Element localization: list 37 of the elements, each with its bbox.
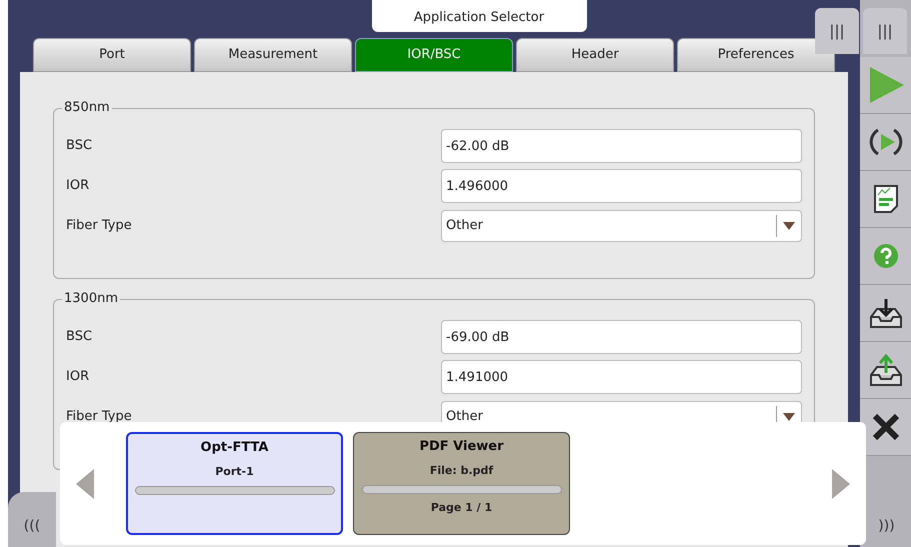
app-card[interactable]: Opt-FTTA Port-1: [126, 432, 343, 535]
sidebar-button[interactable]: [860, 114, 911, 171]
field-label: Fiber Type: [66, 217, 133, 236]
input-field[interactable]: -62.00 dB: [441, 129, 802, 163]
report-icon: [872, 184, 898, 214]
input-field[interactable]: 1.496000: [441, 169, 802, 203]
help-icon: [872, 243, 898, 269]
scroll-left-button[interactable]: (((: [8, 492, 56, 547]
field-label: IOR: [66, 368, 90, 386]
panel-handle[interactable]: |||: [863, 8, 907, 54]
page-count: Page 1 / 1: [430, 500, 492, 516]
field-label: Fiber Type: [66, 408, 133, 426]
tab[interactable]: IOR/BSC: [355, 38, 513, 72]
sidebar-button[interactable]: [860, 171, 911, 228]
app-detail: Port-1: [215, 464, 254, 480]
tab[interactable]: Header: [516, 38, 674, 72]
app-card[interactable]: PDF Viewer File: b.pdf Page 1 / 1: [353, 432, 570, 535]
application-selector-tab[interactable]: Application Selector: [372, 0, 586, 32]
field-label: BSC: [66, 137, 94, 156]
app-name: PDF Viewer: [419, 438, 504, 456]
tray-up-icon: [868, 353, 902, 387]
sidebar-button[interactable]: [860, 285, 911, 342]
tab[interactable]: Preferences: [677, 38, 835, 72]
app-name: Opt-FTTA: [200, 439, 268, 457]
input-field[interactable]: -69.00 dB: [441, 320, 802, 354]
sidebar-button[interactable]: [860, 399, 911, 456]
field-label: IOR: [66, 177, 90, 196]
panel-handle[interactable]: |||: [815, 8, 859, 54]
input-field[interactable]: 1.491000: [441, 360, 802, 394]
close-icon: [872, 413, 900, 441]
tab[interactable]: Port: [33, 38, 191, 72]
fiber-type-dropdown[interactable]: Other: [441, 210, 802, 242]
tray-down-icon: [868, 297, 902, 329]
tab[interactable]: Measurement: [194, 38, 352, 72]
app-detail: File: b.pdf: [430, 462, 494, 478]
sidebar-button[interactable]: [860, 342, 911, 399]
field-label: BSC: [66, 328, 94, 346]
